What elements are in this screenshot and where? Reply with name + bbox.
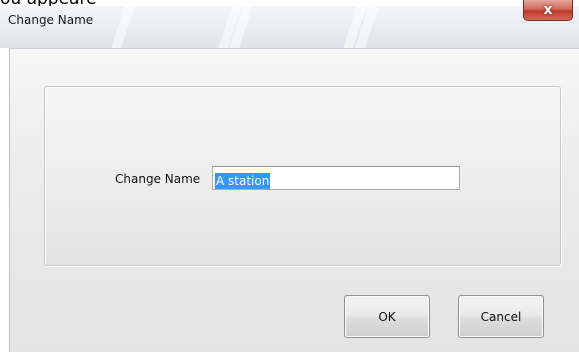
change-name-dialog: ou appeare Change Name x Change Name A s… <box>0 0 579 352</box>
window-title: Change Name <box>8 13 94 27</box>
glass-streak <box>111 6 135 48</box>
change-name-label: Change Name <box>115 172 201 186</box>
name-input[interactable]: A station <box>212 166 460 190</box>
name-input-selected-text: A station <box>215 173 271 189</box>
close-icon: x <box>543 2 553 18</box>
ok-button[interactable]: OK <box>344 295 430 338</box>
close-button[interactable]: x <box>523 0 573 21</box>
title-bar[interactable]: Change Name <box>0 6 579 48</box>
cancel-button[interactable]: Cancel <box>458 295 544 338</box>
